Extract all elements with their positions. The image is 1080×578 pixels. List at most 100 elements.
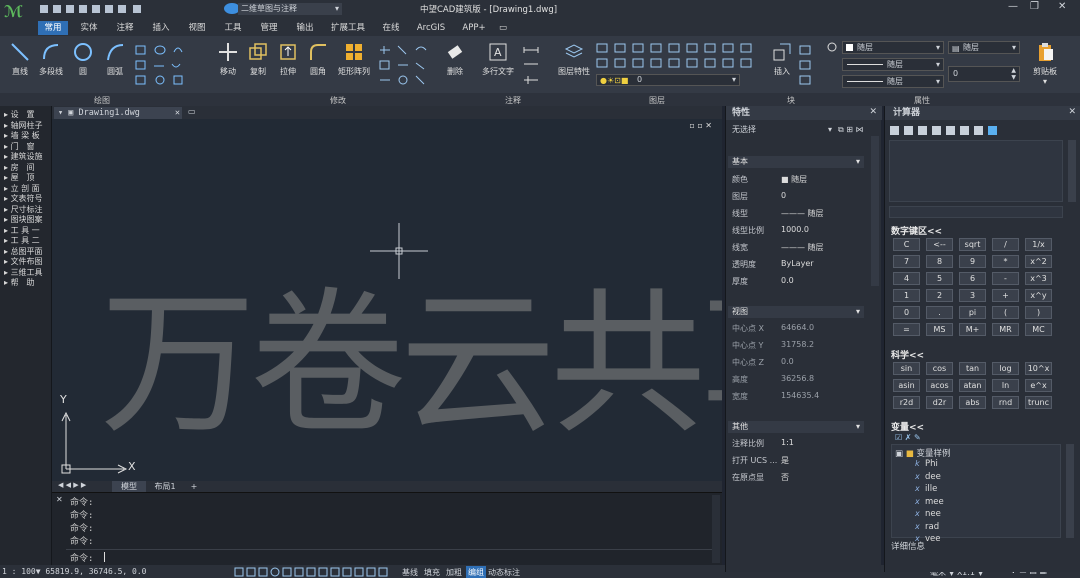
prop-value-color[interactable]: ■ 随层 (781, 174, 807, 185)
calc-key[interactable]: / (992, 238, 1019, 251)
variable-item[interactable]: mee (925, 497, 944, 507)
arch-menu-item[interactable]: ▸ 文表符号 (4, 193, 43, 204)
tab-layout1[interactable]: 布局1 (148, 481, 182, 492)
calc-sci-key[interactable]: log (992, 362, 1019, 375)
tab-manage[interactable]: 管理 (254, 21, 284, 35)
variable-item[interactable]: vee (925, 534, 941, 544)
arch-menu-item[interactable]: ▸ 帮 助 (4, 277, 35, 288)
modify-small-tools[interactable] (378, 44, 436, 88)
tab-arcgis[interactable]: ArcGIS (412, 21, 450, 35)
prop-value-ltscale[interactable]: 1000.0 (781, 225, 809, 234)
calculator-input[interactable] (889, 206, 1063, 218)
arch-menu-item[interactable]: ▸ 设 置 (4, 109, 35, 120)
add-layout-button[interactable]: + (184, 481, 204, 492)
prop-value-lineweight[interactable]: ——— 随层 (781, 242, 824, 253)
variable-item[interactable]: Phi (925, 459, 938, 469)
calc-sci-key[interactable]: acos (926, 379, 953, 392)
calc-key[interactable]: 9 (959, 255, 986, 268)
scrollbar[interactable] (1066, 444, 1074, 538)
tab-view[interactable]: 视图 (182, 21, 212, 35)
tab-model[interactable]: 模型 (112, 481, 146, 492)
arch-menu-item[interactable]: ▸ 墙 梁 板 (4, 130, 40, 141)
calc-key[interactable]: ) (1025, 306, 1052, 319)
selection-select[interactable]: 无选择 ▾ (728, 124, 834, 136)
arch-menu-item[interactable]: ▸ 屋 顶 (4, 172, 35, 183)
insert-block-button[interactable]: 插入 (768, 42, 796, 77)
close-icon[interactable]: ✕ (1058, 1, 1066, 12)
arch-menu-item[interactable]: ▸ 立 剖 面 (4, 183, 40, 194)
status-baseline[interactable]: 基线 (402, 567, 418, 578)
calc-sci-key[interactable]: e^x (1025, 379, 1052, 392)
calc-sci-key[interactable]: d2r (926, 396, 953, 409)
calculator-toolbar[interactable] (889, 125, 1009, 136)
calc-key[interactable]: x^y (1025, 289, 1052, 302)
arch-menu-item[interactable]: ▸ 门 窗 (4, 141, 35, 152)
arch-menu-item[interactable]: ▸ 总图平面 (4, 246, 43, 257)
drawing-canvas[interactable]: ▫ ▫ ✕ Y X 万卷云共享 (52, 119, 722, 481)
tab-solid[interactable]: 实体 (74, 21, 104, 35)
restore-icon[interactable]: ❐ (1030, 1, 1039, 12)
scrollbar[interactable] (712, 495, 720, 563)
variable-group[interactable]: ▣ ■ 变量样例 (895, 447, 950, 459)
quick-access-toolbar[interactable] (40, 4, 190, 14)
arch-menu-item[interactable]: ▸ 三维工具 (4, 267, 43, 278)
arch-menu-item[interactable]: ▸ 尺寸标注 (4, 204, 43, 215)
color-select[interactable]: 随层 ▾ (842, 41, 944, 54)
arch-menu-item[interactable]: ▸ 建筑设施 (4, 151, 43, 162)
calc-key[interactable]: 1/x (1025, 238, 1052, 251)
dimension-small-tools[interactable] (522, 44, 550, 88)
layer-prop-select[interactable]: ▤ 随层 ▾ (948, 41, 1020, 54)
calc-key[interactable]: . (926, 306, 953, 319)
command-input[interactable]: 命令: (66, 549, 716, 564)
calc-key[interactable]: - (992, 272, 1019, 285)
prop-value-layer[interactable]: 0 (781, 191, 786, 200)
variables-header[interactable]: 变量<< (891, 420, 924, 433)
layer-tools-grid[interactable] (596, 42, 758, 70)
arch-menu-item[interactable]: ▸ 轴网柱子 (4, 120, 43, 131)
close-icon[interactable]: ✕ (56, 495, 63, 504)
new-tab-icon[interactable]: ▭ (188, 107, 196, 116)
drafting-toggle-icons[interactable] (234, 567, 394, 577)
lineweight-select[interactable]: 随层 ▾ (842, 75, 944, 88)
tab-insert[interactable]: 插入 (146, 21, 176, 35)
calc-sci-key[interactable]: sin (893, 362, 920, 375)
calc-key[interactable]: MC (1025, 323, 1052, 336)
prop-value-thickness[interactable]: 0.0 (781, 276, 794, 285)
calc-sci-key[interactable]: cos (926, 362, 953, 375)
calc-sci-key[interactable]: ln (992, 379, 1019, 392)
layer-select[interactable]: ●☀⊡■ 0 ▾ (596, 74, 740, 86)
prop-value-annoscale[interactable]: 1:1 (781, 438, 794, 447)
erase-button[interactable]: 删除 (440, 42, 470, 77)
calc-key[interactable]: 5 (926, 272, 953, 285)
linetype-select[interactable]: 随层 ▾ (842, 58, 944, 71)
variable-item[interactable]: dee (925, 472, 941, 482)
calc-sci-key[interactable]: abs (959, 396, 986, 409)
doc-tab-drawing1[interactable]: ▾ ▣ Drawing1.dwg ✕ (54, 107, 182, 119)
spinner-icon[interactable]: ▲ ▼ (1011, 67, 1016, 81)
calc-key[interactable]: x^3 (1025, 272, 1052, 285)
mtext-button[interactable]: A 多行文字 (480, 42, 516, 77)
calc-key[interactable]: M+ (959, 323, 986, 336)
calc-sci-key[interactable]: atan (959, 379, 986, 392)
scrollbar[interactable] (1068, 140, 1076, 202)
calc-key[interactable]: 4 (893, 272, 920, 285)
arc-button[interactable]: 圆弧 (100, 42, 130, 77)
tab-annotate[interactable]: 注释 (110, 21, 140, 35)
prop-value-ucs-origin[interactable]: 否 (781, 472, 789, 483)
calc-sci-key[interactable]: trunc (1025, 396, 1052, 409)
calc-key[interactable]: C (893, 238, 920, 251)
clipboard-button[interactable]: 剪贴板 ▾ (1028, 42, 1062, 86)
ribbon-toggle-icon[interactable]: ▭ (496, 21, 510, 35)
calc-key[interactable]: MS (926, 323, 953, 336)
calc-key[interactable]: MR (992, 323, 1019, 336)
calc-key[interactable]: 8 (926, 255, 953, 268)
calc-key[interactable]: 0 (893, 306, 920, 319)
numeric-keypad-header[interactable]: 数字键区<< (891, 224, 942, 237)
calc-key[interactable]: sqrt (959, 238, 986, 251)
section-other[interactable]: 其他 ▾ (728, 421, 864, 433)
thickness-input[interactable]: 0 ▲ ▼ (948, 66, 1020, 82)
draw-small-tools[interactable] (134, 44, 194, 88)
calc-sci-key[interactable]: asin (893, 379, 920, 392)
scientific-header[interactable]: 科学<< (891, 348, 924, 361)
workspace-select[interactable]: 二维草图与注释 ▾ (238, 3, 342, 15)
